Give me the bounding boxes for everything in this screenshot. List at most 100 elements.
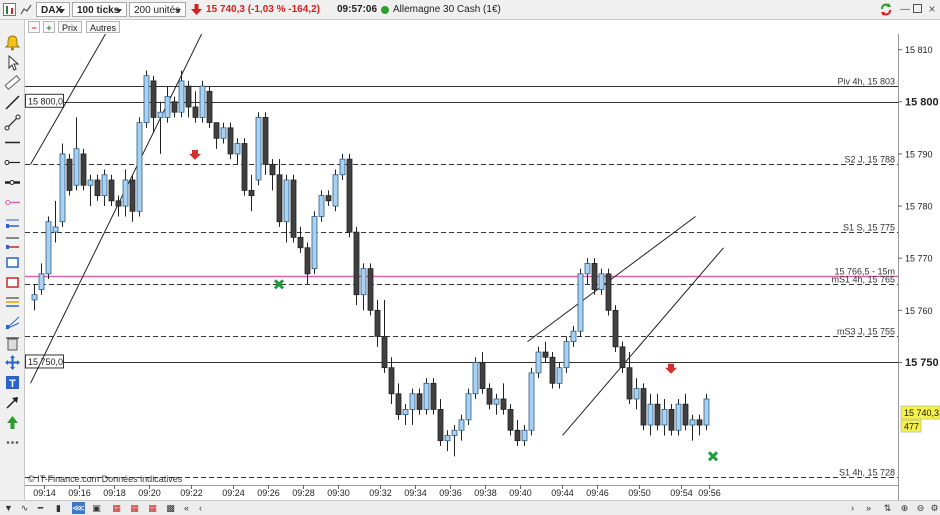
ruler-icon[interactable] — [3, 73, 22, 92]
candle-up — [633, 388, 640, 400]
candle-up — [73, 148, 80, 186]
zoom-in-icon[interactable]: ⊕ — [898, 502, 911, 514]
refresh-icon[interactable] — [879, 3, 893, 16]
time-tick-label: 09:32 — [369, 488, 392, 498]
candle-down — [346, 158, 353, 233]
candle-down — [227, 127, 234, 155]
time-tick-label: 09:16 — [68, 488, 91, 498]
scroll-first-icon[interactable]: « — [180, 502, 193, 514]
candle-up — [458, 419, 465, 431]
time-tick-label: 09:40 — [509, 488, 532, 498]
green-arrow-icon[interactable] — [3, 413, 22, 432]
price-tick-label: 15 790 — [905, 149, 933, 159]
candle-up — [199, 85, 206, 118]
scroll-left-icon[interactable]: ‹ — [194, 502, 207, 514]
price-axis[interactable]: 15 810 15 800 15 790 15 780 15 770 15 760 15 7… — [898, 45, 940, 433]
candle-up — [493, 398, 500, 405]
time-tick-label: 09:44 — [551, 488, 574, 498]
candle-up — [87, 179, 94, 186]
candle-up — [647, 403, 654, 426]
trash-icon[interactable] — [3, 333, 22, 352]
candle-down — [262, 117, 269, 165]
indicator-menu-icon[interactable]: ∿ — [18, 502, 31, 514]
screenshot-icon[interactable]: ▣ — [90, 502, 103, 514]
move-icon[interactable] — [3, 353, 22, 372]
horizontal-line-icon[interactable] — [3, 133, 22, 152]
candle-up — [661, 408, 668, 426]
remove-indicator-icon[interactable]: − — [28, 21, 40, 33]
candle-down — [115, 200, 122, 207]
price-chart[interactable]: Piv 4h, 15 803S2 J, 15 788S1 S, 15 77515… — [0, 0, 940, 515]
cursor-menu-icon[interactable]: ▼ — [2, 502, 15, 514]
candle-up — [52, 226, 59, 233]
layout-icon[interactable]: ▦ — [128, 502, 141, 514]
price-tick-label: 15 750 — [905, 357, 939, 369]
candle-down — [248, 190, 255, 197]
pink-line-icon[interactable] — [3, 193, 22, 212]
candle-down — [353, 231, 360, 296]
time-tick-label: 09:50 — [628, 488, 651, 498]
candle-up — [472, 362, 479, 395]
template-icon[interactable]: ▦ — [110, 502, 123, 514]
trendline-icon[interactable] — [3, 93, 22, 112]
fibonacci-icon[interactable] — [3, 293, 22, 312]
candle-down — [395, 393, 402, 416]
candle-up — [122, 179, 129, 207]
level-label: mS1 4h, 15 765 — [831, 275, 895, 285]
candle-down — [192, 106, 199, 118]
units-select[interactable]: 200 unités — [129, 2, 186, 17]
text-icon[interactable]: T — [3, 373, 22, 392]
fan-icon[interactable] — [3, 313, 22, 332]
maximize-icon[interactable] — [913, 4, 922, 13]
zoom-out-icon[interactable]: ⊖ — [914, 502, 927, 514]
chart-type-icon[interactable] — [20, 3, 34, 16]
scroll-last-icon[interactable]: » — [862, 502, 875, 514]
candle-up — [402, 408, 409, 416]
box-icon[interactable] — [3, 253, 22, 272]
share-icon[interactable]: ⋘ — [72, 502, 85, 514]
minimize-icon[interactable]: — — [899, 2, 911, 17]
auto-scale-icon[interactable]: ⇅ — [881, 502, 894, 514]
line-menu-icon[interactable]: ━ — [34, 502, 47, 514]
autres-button[interactable]: Autres — [86, 21, 121, 33]
prix-button[interactable]: Prix — [58, 21, 82, 33]
candle-down — [640, 388, 647, 426]
settings-icon[interactable]: ⚙ — [928, 502, 940, 514]
add-indicator-icon[interactable]: + — [43, 21, 55, 33]
instrument-select[interactable]: DAX — [36, 2, 70, 17]
red-box-icon[interactable] — [3, 273, 22, 292]
candle-down — [171, 101, 178, 113]
candle-up — [521, 429, 528, 442]
ray-icon[interactable] — [3, 153, 22, 172]
retracement-icon[interactable] — [3, 233, 22, 252]
scroll-right-icon[interactable]: › — [846, 502, 859, 514]
level-label: S1 4h, 15 728 — [839, 468, 895, 478]
thick-line-icon[interactable] — [3, 173, 22, 192]
chart-grid-icon[interactable] — [3, 3, 16, 16]
alert-bell-icon[interactable] — [3, 33, 22, 52]
arrow-icon[interactable] — [3, 393, 22, 412]
close-icon[interactable]: × — [926, 2, 938, 17]
candle-up — [101, 174, 108, 197]
candle-up — [178, 80, 185, 113]
candle-up — [570, 330, 577, 343]
print-icon[interactable]: ▩ — [164, 502, 177, 514]
bar-style-icon[interactable]: ▮ — [52, 502, 65, 514]
period-select[interactable]: 100 ticks — [72, 2, 127, 17]
candle-down — [507, 408, 514, 431]
time-tick-label: 09:54 — [670, 488, 693, 498]
candle-down — [94, 179, 101, 197]
segment-icon[interactable] — [3, 113, 22, 132]
level-tag-label: 15 750,0 — [28, 357, 63, 367]
time-axis[interactable]: 09:14 09:16 09:18 09:20 09:22 09:24 09:26 09:28… — [33, 485, 721, 498]
pointer-icon[interactable] — [3, 53, 22, 72]
candle-up — [465, 393, 472, 421]
export-icon[interactable]: ▦ — [146, 502, 159, 514]
candle-down — [591, 263, 598, 290]
candle-up — [444, 435, 451, 442]
candle-down — [304, 247, 311, 275]
channel-icon[interactable] — [3, 213, 22, 232]
more-icon[interactable] — [3, 433, 22, 452]
candle-down — [276, 174, 283, 223]
candle-up — [689, 419, 696, 426]
